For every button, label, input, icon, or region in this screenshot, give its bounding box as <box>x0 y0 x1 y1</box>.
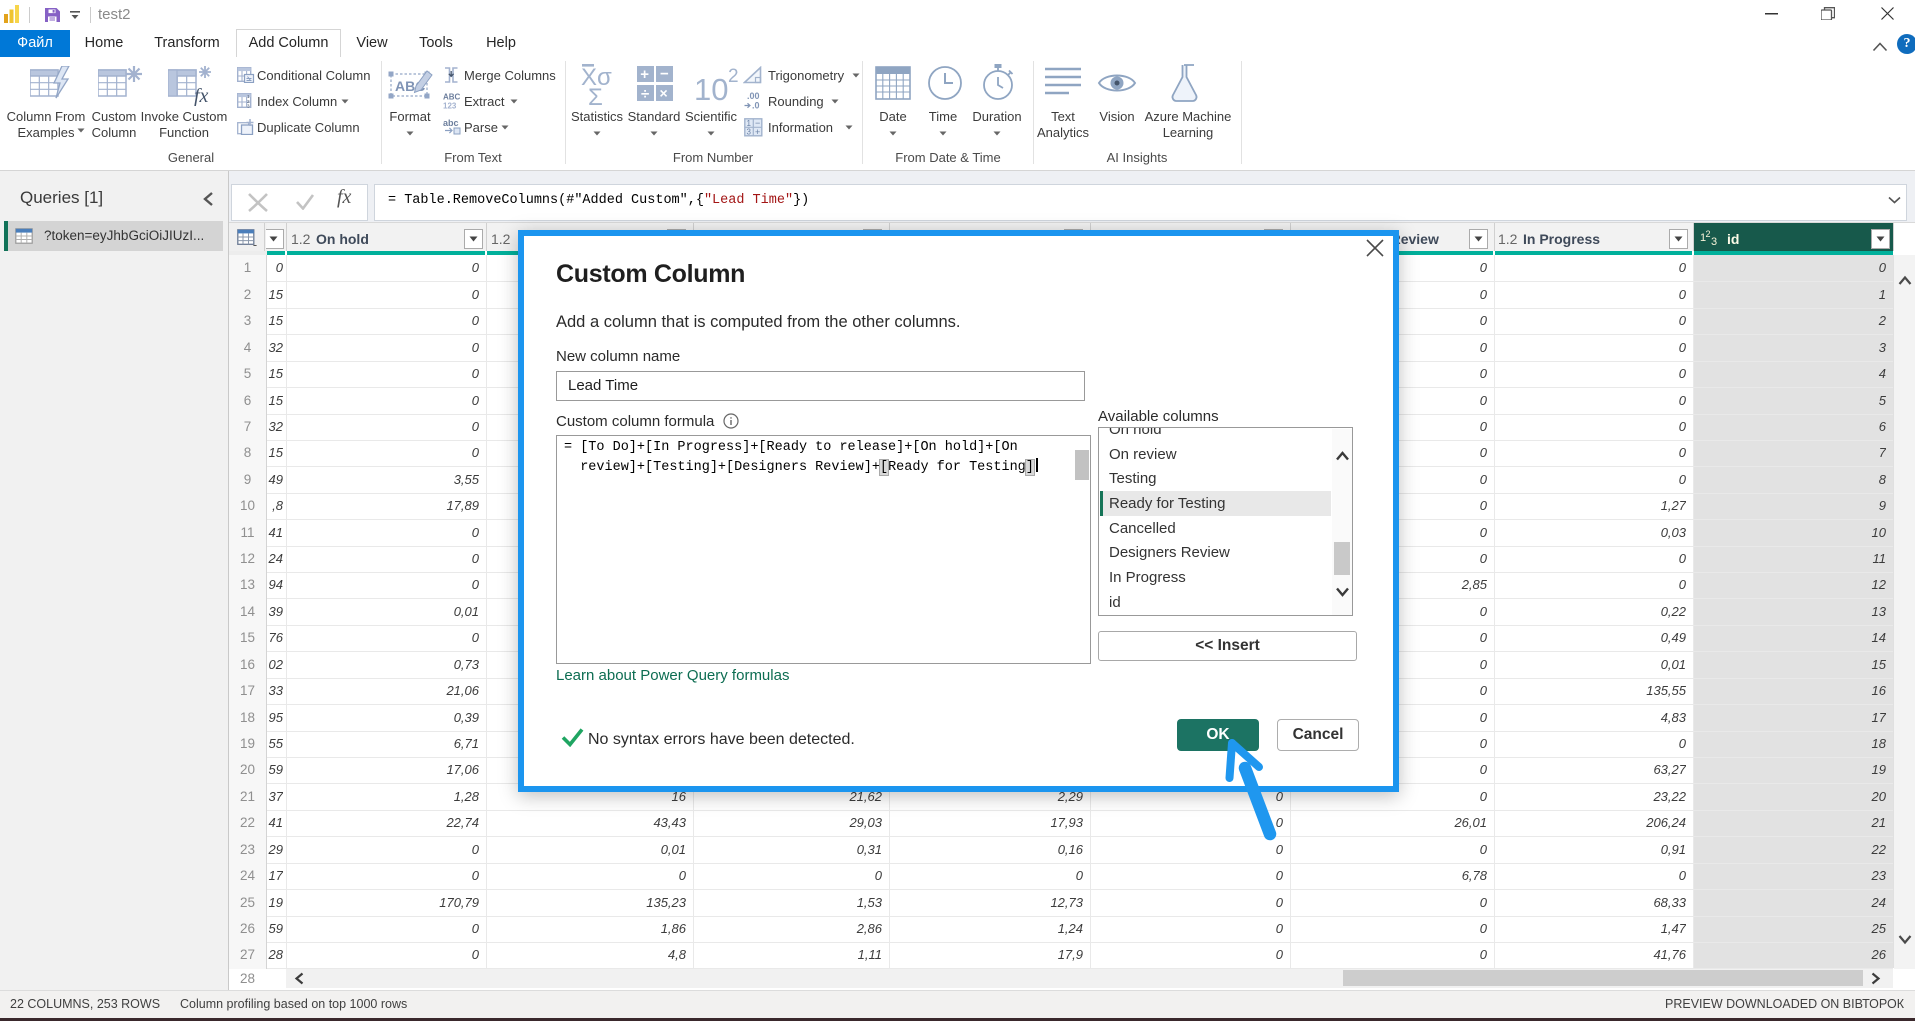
svg-text:fx: fx <box>194 85 209 106</box>
svg-text:+: + <box>755 127 760 137</box>
svg-text:ABC: ABC <box>443 93 461 102</box>
svg-text:3: 3 <box>247 104 250 109</box>
svg-text:abc: abc <box>443 118 459 128</box>
svg-text:2: 2 <box>1706 229 1711 239</box>
svg-text:3: 3 <box>747 128 752 137</box>
svg-text:−: − <box>660 66 669 83</box>
svg-text:.0: .0 <box>752 101 760 111</box>
svg-text:3: 3 <box>1711 236 1717 247</box>
svg-text:2: 2 <box>728 66 739 87</box>
svg-text:÷: ÷ <box>641 86 649 103</box>
svg-text:+: + <box>640 66 649 83</box>
svg-text:10: 10 <box>694 72 728 106</box>
svg-text:.00: .00 <box>747 91 760 101</box>
svg-text:×: × <box>660 85 668 101</box>
svg-text:Σ: Σ <box>588 84 603 106</box>
svg-text:1: 1 <box>747 119 752 128</box>
svg-text:123: 123 <box>443 102 457 110</box>
